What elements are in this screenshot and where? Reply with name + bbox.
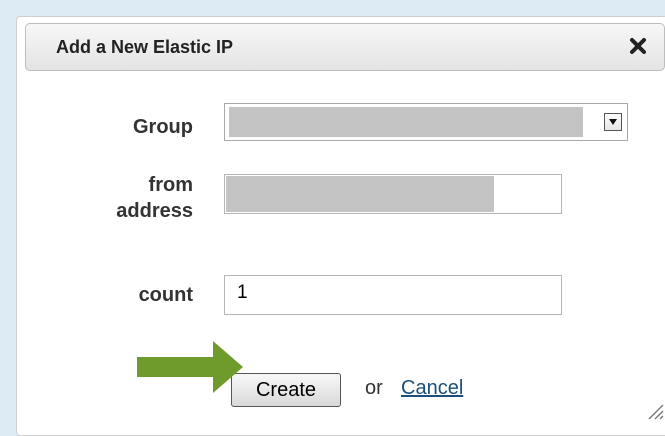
dialog-titlebar: Add a New Elastic IP [25, 23, 665, 71]
from-label-line1: from [148, 174, 193, 196]
from-address-input[interactable] [224, 174, 562, 214]
cancel-link[interactable]: Cancel [401, 377, 463, 400]
close-icon[interactable] [626, 34, 650, 58]
count-value: 1 [237, 282, 248, 303]
resize-grip-icon[interactable] [645, 401, 665, 421]
group-select-value [229, 107, 583, 137]
count-label: count [138, 284, 193, 306]
or-text: or [365, 377, 383, 399]
from-label-line2: address [116, 200, 193, 222]
count-input[interactable]: 1 [224, 275, 562, 315]
group-label: Group [133, 116, 193, 138]
from-address-value [226, 176, 494, 212]
group-select[interactable] [224, 103, 628, 141]
dialog-title: Add a New Elastic IP [56, 37, 234, 57]
chevron-down-icon[interactable] [604, 113, 622, 131]
add-elastic-ip-dialog: Add a New Elastic IP Group from address … [16, 16, 665, 436]
arrow-right-icon [137, 341, 243, 393]
